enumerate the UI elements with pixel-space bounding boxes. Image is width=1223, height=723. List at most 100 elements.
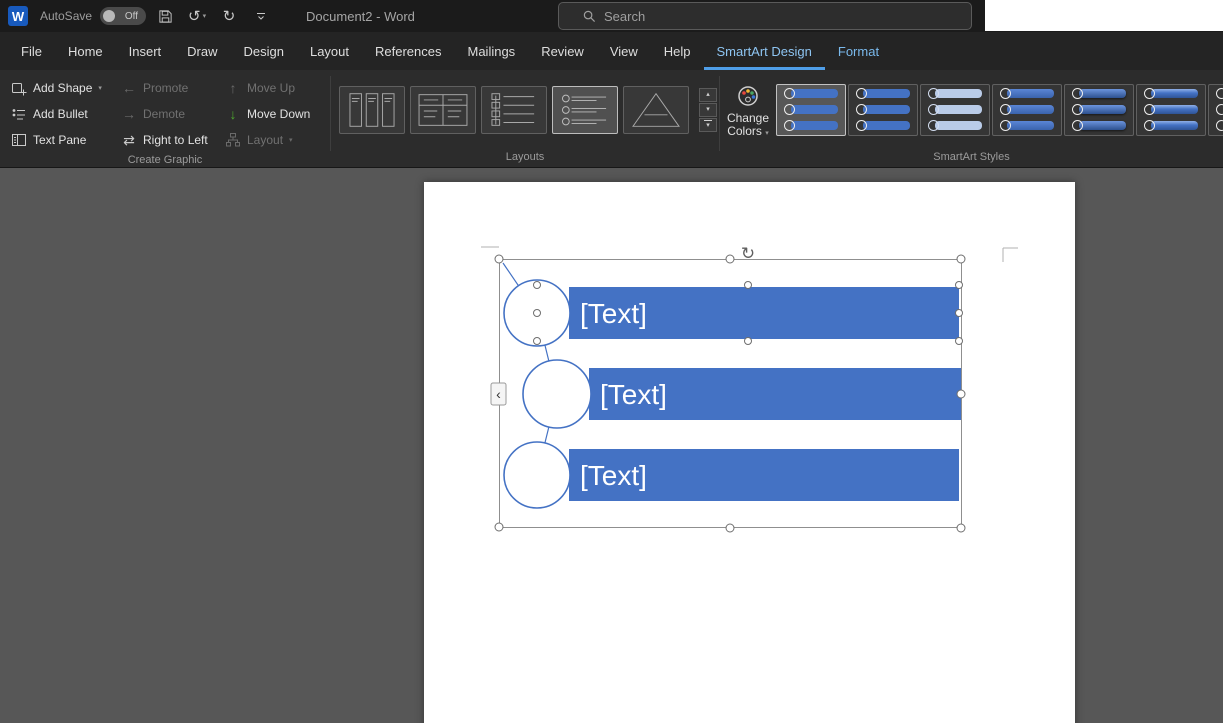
org-chart-icon — [226, 133, 240, 147]
gallery-scroll-up-button[interactable]: ▴ — [699, 87, 717, 102]
add-bullet-button[interactable]: Add Bullet — [6, 102, 116, 126]
tab-mailings[interactable]: Mailings — [455, 32, 529, 70]
text-pane-label: Text Pane — [33, 133, 87, 147]
selection-handle[interactable] — [725, 523, 735, 533]
quick-access-customize-button[interactable] — [248, 3, 274, 29]
gallery-more-icon — [704, 120, 712, 121]
style-bar-icon — [1007, 89, 1054, 98]
tab-design[interactable]: Design — [231, 32, 297, 70]
selection-handle[interactable] — [956, 389, 966, 399]
smartart-circle-3[interactable] — [503, 441, 571, 509]
smartart-item-text-2[interactable]: [Text] — [600, 379, 667, 410]
tab-references[interactable]: References — [362, 32, 454, 70]
style-option-6[interactable] — [1136, 83, 1206, 136]
layout-option-4[interactable] — [552, 85, 618, 134]
demote-icon: → — [122, 106, 136, 122]
selection-handle[interactable] — [533, 337, 541, 345]
style-option-7[interactable] — [1208, 83, 1223, 136]
promote-button[interactable]: ← Promote — [116, 76, 220, 100]
selection-handle[interactable] — [494, 522, 504, 532]
tab-draw[interactable]: Draw — [174, 32, 230, 70]
ribbon-tab-bar: File Home Insert Draw Design Layout Refe… — [0, 32, 1223, 70]
save-button[interactable] — [152, 3, 178, 29]
layout-label: Layout — [247, 133, 284, 147]
tab-file[interactable]: File — [8, 32, 55, 70]
gallery-more-button[interactable]: ▾ — [699, 117, 717, 132]
selection-handle[interactable] — [955, 309, 963, 317]
tab-view[interactable]: View — [597, 32, 651, 70]
move-down-label: Move Down — [247, 107, 311, 121]
save-icon — [158, 9, 172, 23]
redo-button[interactable]: ↻ — [216, 3, 242, 29]
document-title: Document2 - Word — [306, 8, 415, 24]
tab-smartart-design[interactable]: SmartArt Design — [704, 32, 825, 70]
style-option-1[interactable] — [776, 83, 846, 136]
change-colors-button[interactable]: Change Colors ▾ — [720, 79, 776, 140]
document-canvas: [Text] [Text] [Text] ↻ ‹ — [0, 168, 1223, 723]
selection-handle[interactable] — [744, 337, 752, 345]
style-bar-icon — [1007, 121, 1054, 130]
text-pane-button[interactable]: Text Pane — [6, 128, 116, 152]
move-down-button[interactable]: ↓ Move Down — [220, 102, 324, 126]
layout-preview-table-icon — [418, 93, 468, 126]
chevron-down-icon: ▾ — [765, 130, 769, 137]
layout-button[interactable]: Layout ▾ — [220, 128, 324, 152]
selection-handle[interactable] — [533, 309, 541, 317]
smartart-graphic: [Text] [Text] [Text] ↻ ‹ — [481, 244, 1018, 533]
tab-review[interactable]: Review — [528, 32, 597, 70]
layout-option-3[interactable] — [481, 85, 547, 134]
selection-handle[interactable] — [955, 281, 963, 289]
layout-option-1[interactable] — [339, 85, 405, 134]
style-option-5[interactable] — [1064, 83, 1134, 136]
group-smartart-styles: Change Colors ▾ SmartArt Styles — [720, 70, 1223, 167]
rotate-handle[interactable]: ↻ — [741, 244, 755, 263]
style-bar-icon — [1151, 89, 1198, 98]
selection-handle[interactable] — [956, 254, 966, 264]
smartart-item-text-1[interactable]: [Text] — [580, 298, 647, 329]
style-circle-icon — [1000, 88, 1011, 99]
layout-option-5[interactable] — [623, 85, 689, 134]
add-shape-button[interactable]: Add Shape ▾ — [6, 76, 116, 100]
move-up-button[interactable]: ↑ Move Up — [220, 76, 324, 100]
text-pane-icon — [12, 134, 26, 146]
tab-home[interactable]: Home — [55, 32, 116, 70]
layout-option-2[interactable] — [410, 85, 476, 134]
document-page[interactable]: [Text] [Text] [Text] ↻ ‹ — [424, 182, 1075, 723]
style-option-2[interactable] — [848, 83, 918, 136]
tab-layout[interactable]: Layout — [297, 32, 362, 70]
move-up-label: Move Up — [247, 81, 296, 95]
search-icon — [583, 10, 596, 22]
selection-handle[interactable] — [955, 337, 963, 345]
change-colors-label: Change Colors — [726, 111, 770, 138]
text-pane-toggle-button[interactable]: ‹ — [490, 382, 507, 406]
selection-handle[interactable] — [725, 254, 735, 264]
search-input[interactable]: Search — [558, 2, 972, 30]
tab-insert[interactable]: Insert — [116, 32, 175, 70]
smartart-circle-2[interactable] — [522, 359, 592, 429]
search-placeholder: Search — [604, 8, 646, 24]
selection-handle[interactable] — [744, 281, 752, 289]
tab-format[interactable]: Format — [825, 32, 892, 70]
chevron-down-icon: ▾ — [202, 13, 207, 20]
style-option-4[interactable] — [992, 83, 1062, 136]
group-label-smartart-styles: SmartArt Styles — [933, 151, 1010, 163]
autosave-toggle[interactable]: Off — [100, 7, 147, 25]
style-circle-icon — [928, 88, 939, 99]
smartart-item-text-3[interactable]: [Text] — [580, 460, 647, 491]
selection-handle[interactable] — [533, 281, 541, 289]
word-logo-icon: W — [8, 6, 28, 26]
autosave-state-label: Off — [124, 10, 139, 22]
layout-preview-bullet-list-icon — [562, 94, 607, 125]
style-circle-icon — [1144, 120, 1155, 131]
style-circle-icon — [1144, 104, 1155, 115]
selection-handle[interactable] — [494, 254, 504, 264]
right-to-left-button[interactable]: ⇄ Right to Left — [116, 128, 220, 152]
style-option-3[interactable] — [920, 83, 990, 136]
undo-button[interactable]: ↺ ▾ — [184, 3, 210, 29]
tab-help[interactable]: Help — [651, 32, 704, 70]
demote-button[interactable]: → Demote — [116, 102, 220, 126]
style-bar-icon — [863, 121, 910, 130]
gallery-scroll-down-button[interactable]: ▾ — [699, 102, 717, 117]
chevron-down-icon: ▾ — [289, 137, 293, 144]
selection-handle[interactable] — [956, 523, 966, 533]
